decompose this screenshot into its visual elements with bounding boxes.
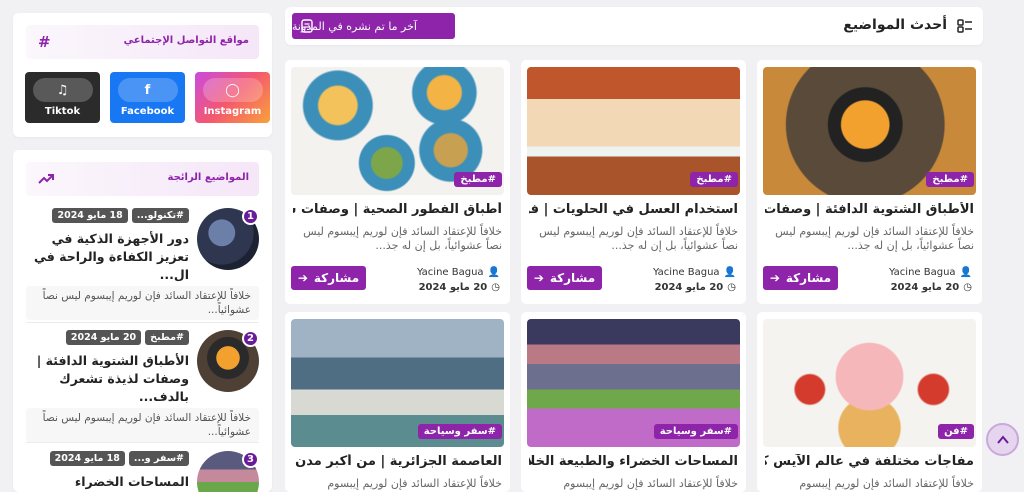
post-title[interactable]: الأطباق الشتوية الدافئة | وصفات لذي... xyxy=(765,202,974,217)
post-card[interactable]: #سفر وسياحة المساحات الخضراء والطبيعة ال… xyxy=(521,312,746,492)
post-card[interactable]: #فن مفاجآت مختلفة في عالم الآيس كر... خل… xyxy=(757,312,982,492)
user-icon: 👤 xyxy=(487,267,500,278)
date-chip: 18 مايو 2024 xyxy=(49,451,125,466)
post-date: ◷ 20 مايو 2024 xyxy=(891,282,972,293)
category-tag[interactable]: #سفر وسياحة xyxy=(653,424,738,439)
trending-title[interactable]: المساحات الخضراء والطبيعة xyxy=(26,473,189,492)
category-chip[interactable]: #مطبخ xyxy=(145,330,189,345)
tiktok-icon: ♫ xyxy=(32,78,93,102)
post-card[interactable]: #سفر وسياحة العاصمة الجزائرية | من أكبر … xyxy=(285,312,510,492)
trending-tags: #سفر و... 18 مايو 2024 xyxy=(49,451,189,466)
post-title[interactable]: أطباق الفطور الصحية | وصفات سهل... xyxy=(293,202,502,217)
tiktok-label: Tiktok xyxy=(44,106,81,117)
rank-badge: 1 xyxy=(242,208,259,225)
share-icon: ➔ xyxy=(533,271,544,285)
latest-posts-header: أحدث المواضيع آخر ما تم نشره في المدونة xyxy=(285,7,983,45)
share-button[interactable]: مشاركة ➔ xyxy=(527,266,602,290)
date-text: 20 مايو 2024 xyxy=(418,282,488,293)
clock-icon: ◷ xyxy=(963,282,972,293)
post-excerpt: خلافاً للإعتقاد السائد فإن لوريم إيبسوم xyxy=(327,477,502,490)
facebook-label: Facebook xyxy=(120,106,175,117)
rank-badge: 2 xyxy=(242,330,259,347)
trending-excerpt: خلافاً للإعتقاد السائد فإن لوريم إيبسوم … xyxy=(26,408,259,442)
post-title[interactable]: المساحات الخضراء والطبيعة الخلابة xyxy=(529,454,738,469)
post-author: 👤 Yacine Bagua xyxy=(653,267,736,278)
trending-item[interactable]: 1 #تكنولو... 18 مايو 2024 دور الأجهزة ال… xyxy=(26,208,259,323)
divider xyxy=(26,322,259,323)
date-chip: 18 مايو 2024 xyxy=(52,208,128,223)
instagram-label: Instagram xyxy=(203,106,262,117)
widget-title: مواقع التواصل الإجتماعي xyxy=(123,35,249,46)
post-card[interactable]: #مطبخ الأطباق الشتوية الدافئة | وصفات لذ… xyxy=(757,60,982,304)
category-tag[interactable]: #سفر وسياحة xyxy=(417,424,502,439)
facebook-button[interactable]: f Facebook xyxy=(110,72,185,123)
trending-tags: #مطبخ 20 مايو 2024 xyxy=(65,330,189,345)
trending-heading-bar: المواضيع الرائجة xyxy=(26,162,259,196)
post-excerpt: خلافاً للإعتقاد السائد فإن لوريم إيبسوم xyxy=(799,477,974,490)
post-title[interactable]: العاصمة الجزائرية | من أكبر مدن الجز... xyxy=(293,454,502,469)
user-icon: 👤 xyxy=(959,267,972,278)
hash-icon: # xyxy=(38,33,51,51)
category-tag[interactable]: #مطبخ xyxy=(454,172,502,187)
share-button[interactable]: مشاركة ➔ xyxy=(291,266,366,290)
category-tag[interactable]: #مطبخ xyxy=(926,172,974,187)
post-date: ◷ 20 مايو 2024 xyxy=(655,282,736,293)
post-card[interactable]: #مطبخ أطباق الفطور الصحية | وصفات سهل...… xyxy=(285,60,510,304)
widget-title: المواضيع الرائجة xyxy=(167,172,250,183)
post-date: ◷ 20 مايو 2024 xyxy=(419,282,500,293)
trending-item[interactable]: 3 #سفر و... 18 مايو 2024 المساحات الخضرا… xyxy=(26,451,259,492)
document-icon xyxy=(301,19,313,33)
instagram-icon: ◯ xyxy=(202,78,263,102)
chevron-up-icon xyxy=(996,434,1009,444)
share-icon: ➔ xyxy=(769,271,780,285)
date-chip: 20 مايو 2024 xyxy=(65,330,142,345)
social-widget: مواقع التواصل الإجتماعي # ◯ Instagram f … xyxy=(13,13,272,137)
category-tag[interactable]: #مطبخ xyxy=(690,172,738,187)
trending-widget: المواضيع الرائجة 1 #تكنولو... 18 مايو 20… xyxy=(13,150,272,492)
divider xyxy=(26,442,259,443)
category-chip[interactable]: #سفر و... xyxy=(128,451,189,466)
share-label: مشاركة xyxy=(549,271,596,285)
trending-tags: #تكنولو... 18 مايو 2024 xyxy=(52,208,189,223)
instagram-button[interactable]: ◯ Instagram xyxy=(195,72,270,123)
clock-icon: ◷ xyxy=(491,282,500,293)
tiktok-button[interactable]: ♫ Tiktok xyxy=(25,72,100,123)
scroll-to-top-button[interactable] xyxy=(986,423,1019,456)
trending-title[interactable]: الأطباق الشتوية الدافئة | وصفات لذيذة تش… xyxy=(26,352,189,406)
date-text: 20 مايو 2024 xyxy=(654,282,724,293)
layout-list-icon xyxy=(957,19,972,33)
facebook-icon: f xyxy=(117,78,178,102)
post-excerpt: خلافاً للإعتقاد السائد فإن لوريم إيبسوم … xyxy=(539,225,738,252)
post-excerpt: خلافاً للإعتقاد السائد فإن لوريم إيبسوم … xyxy=(775,225,974,252)
rank-badge: 3 xyxy=(242,451,259,468)
share-icon: ➔ xyxy=(297,271,308,285)
post-excerpt: خلافاً للإعتقاد السائد فإن لوريم إيبسوم … xyxy=(303,225,502,252)
social-heading-bar: مواقع التواصل الإجتماعي # xyxy=(26,25,259,59)
trending-title[interactable]: دور الأجهزة الذكية في تعزيز الكفاءة والر… xyxy=(26,230,189,284)
share-button[interactable]: مشاركة ➔ xyxy=(763,266,838,290)
trending-up-icon xyxy=(38,174,54,184)
category-chip[interactable]: #تكنولو... xyxy=(131,208,189,223)
clock-icon: ◷ xyxy=(727,282,736,293)
share-label: مشاركة xyxy=(313,271,360,285)
post-excerpt: خلافاً للإعتقاد السائد فإن لوريم إيبسوم xyxy=(563,477,738,490)
date-text: 20 مايو 2024 xyxy=(890,282,960,293)
share-label: مشاركة xyxy=(785,271,832,285)
post-title[interactable]: مفاجآت مختلفة في عالم الآيس كر... xyxy=(765,454,974,469)
trending-excerpt: خلافاً للإعتقاد السائد فإن لوريم إيبسوم … xyxy=(26,286,259,320)
page-title: أحدث المواضيع xyxy=(843,17,947,33)
post-card[interactable]: #مطبخ استخدام العسل في الحلويات | فوائ..… xyxy=(521,60,746,304)
post-author: 👤 Yacine Bagua xyxy=(889,267,972,278)
trending-item[interactable]: 2 #مطبخ 20 مايو 2024 الأطباق الشتوية الد… xyxy=(26,330,259,445)
author-name: Yacine Bagua xyxy=(652,267,720,278)
user-icon: 👤 xyxy=(723,267,736,278)
author-name: Yacine Bagua xyxy=(888,267,956,278)
latest-posts-button[interactable]: آخر ما تم نشره في المدونة xyxy=(292,13,455,39)
author-name: Yacine Bagua xyxy=(416,267,484,278)
category-tag[interactable]: #فن xyxy=(938,424,974,439)
post-title[interactable]: استخدام العسل في الحلويات | فوائ... xyxy=(529,202,738,217)
post-author: 👤 Yacine Bagua xyxy=(417,267,500,278)
